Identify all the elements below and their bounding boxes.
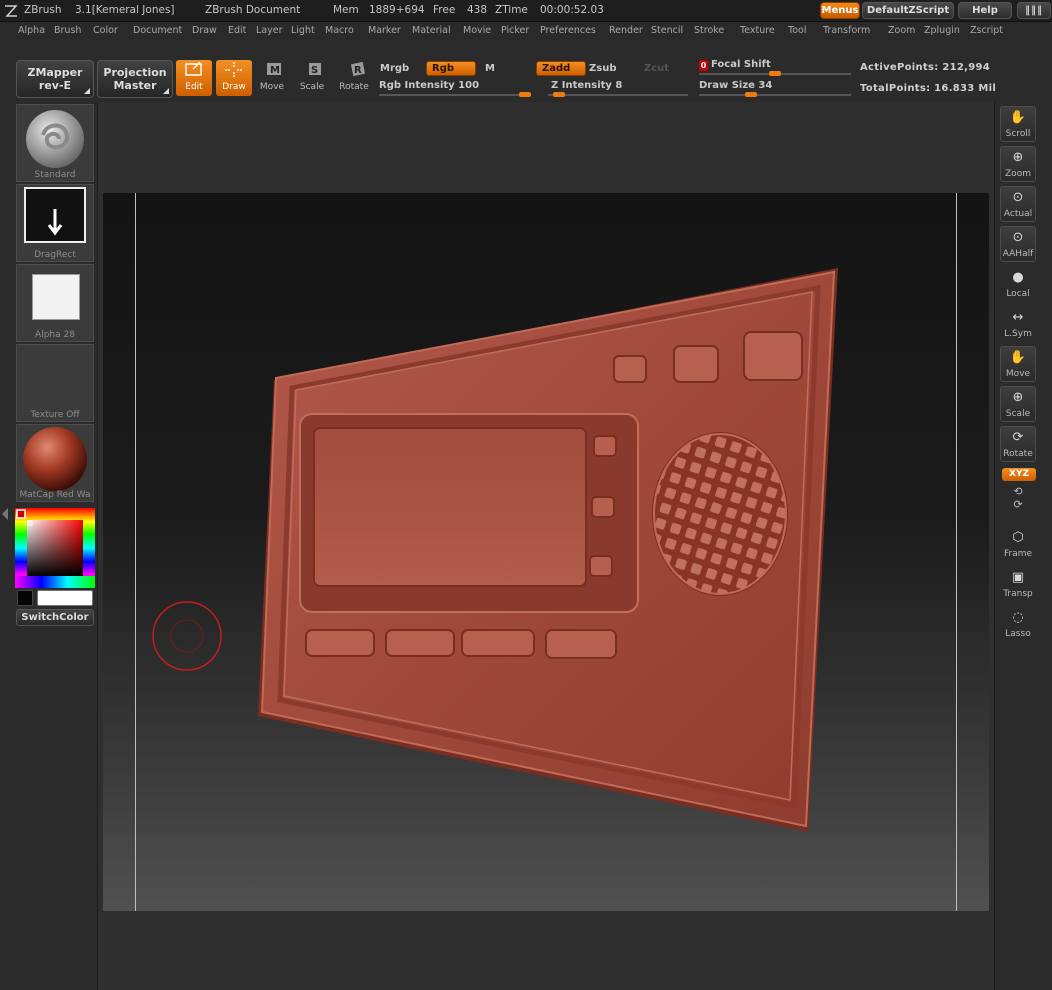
- zoom-label: Zoom: [1005, 169, 1031, 179]
- scale-magnifier-icon: ⊕: [1012, 390, 1024, 405]
- frame-label: Frame: [1003, 549, 1033, 559]
- brush-cursor-icon: [152, 601, 222, 671]
- scale-view-button[interactable]: ⊕ Scale: [1000, 386, 1036, 422]
- frame-cube-icon: ⬡: [1012, 530, 1024, 545]
- scroll-label: Scroll: [1005, 129, 1031, 139]
- rotate-y-icon: ⟲: [1013, 485, 1023, 498]
- local-label: Local: [1006, 289, 1030, 299]
- model-viewport[interactable]: [0, 0, 1052, 990]
- scroll-hand-icon: ✋: [1009, 110, 1027, 125]
- local-icon: ●: [1012, 270, 1024, 285]
- lsym-label: L.Sym: [1004, 329, 1032, 339]
- lasso-icon: ◌: [1012, 610, 1024, 625]
- xyz-rotate-toggle[interactable]: XYZ: [1002, 468, 1036, 481]
- actual-button[interactable]: ⊙ Actual: [1000, 186, 1036, 222]
- rotate-view-button[interactable]: ⟳ Rotate: [1000, 426, 1036, 462]
- lasso-label: Lasso: [1005, 629, 1031, 639]
- actual-size-icon: ⊙: [1012, 190, 1024, 205]
- lsym-icon: ↔: [1012, 310, 1024, 325]
- scroll-button[interactable]: ✋ Scroll: [1000, 106, 1036, 142]
- move-hand-icon: ✋: [1009, 350, 1027, 365]
- transp-label: Transp: [1003, 589, 1033, 599]
- transp-icon: ▣: [1011, 570, 1025, 585]
- move-view-button[interactable]: ✋ Move: [1000, 346, 1036, 382]
- local-button[interactable]: ● Local: [1000, 266, 1036, 302]
- rotate-axis-buttons[interactable]: ⟲ ⟳: [1000, 484, 1036, 514]
- zoom-button[interactable]: ⊕ Zoom: [1000, 146, 1036, 182]
- aahalf-icon: ⊙: [1012, 230, 1024, 245]
- transp-button[interactable]: ▣ Transp: [1000, 566, 1036, 602]
- lsym-button[interactable]: ↔ L.Sym: [1000, 306, 1036, 342]
- lasso-button[interactable]: ◌ Lasso: [1000, 606, 1036, 642]
- frame-button[interactable]: ⬡ Frame: [1000, 526, 1036, 562]
- rotate-view-icon: ⟳: [1012, 430, 1024, 445]
- actual-label: Actual: [1003, 209, 1033, 219]
- sculpted-panel-model: [258, 268, 838, 832]
- move-view-label: Move: [1005, 369, 1031, 379]
- rotate-view-label: Rotate: [1003, 449, 1033, 459]
- aahalf-label: AAHalf: [1002, 249, 1034, 259]
- right-shelf: ✋ Scroll ⊕ Zoom ⊙ Actual ⊙ AAHalf ● Loca…: [994, 102, 1052, 990]
- aahalf-button[interactable]: ⊙ AAHalf: [1000, 226, 1036, 262]
- rotate-z-icon: ⟳: [1013, 498, 1023, 511]
- scale-view-label: Scale: [1005, 409, 1031, 419]
- zoom-magnifier-icon: ⊕: [1012, 150, 1024, 165]
